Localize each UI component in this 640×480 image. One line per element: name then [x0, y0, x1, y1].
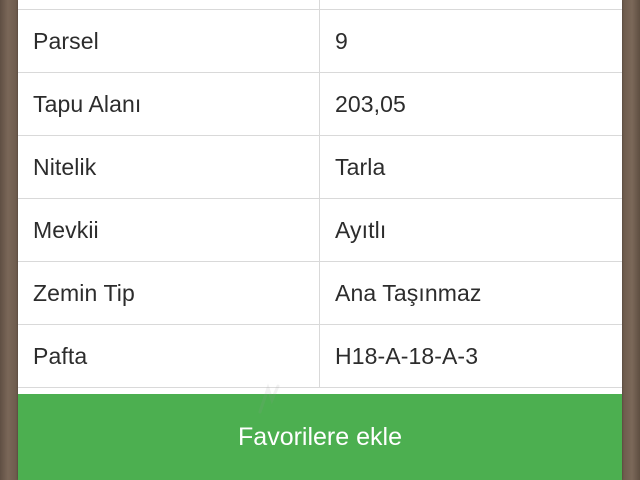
table-row-tapu-alani: Tapu Alanı 203,05 — [18, 73, 622, 136]
row-value — [320, 0, 622, 9]
table-row-nitelik: Nitelik Tarla — [18, 136, 622, 199]
table-row — [18, 0, 622, 10]
row-value: 9 — [335, 27, 348, 54]
row-label: Parsel — [18, 10, 320, 72]
row-label: Pafta — [18, 325, 320, 387]
row-label — [18, 0, 320, 9]
row-value: Ayıtlı — [335, 216, 387, 243]
row-label: Tapu Alanı — [18, 73, 320, 135]
row-value: Ana Taşınmaz — [335, 279, 482, 306]
table-row-pafta: Pafta H18-A-18-A-3 — [18, 325, 622, 388]
property-details-table: Parsel 9 Tapu Alanı 203,05 Nitelik Tarla… — [18, 0, 622, 388]
property-details-card: Parsel 9 Tapu Alanı 203,05 Nitelik Tarla… — [18, 0, 622, 480]
row-label: Zemin Tip — [18, 262, 320, 324]
row-value: H18-A-18-A-3 — [335, 342, 479, 369]
row-value: 203,05 — [335, 90, 406, 117]
table-row-parsel: Parsel 9 — [18, 10, 622, 73]
add-to-favorites-button[interactable]: Favorilere ekle — [18, 394, 622, 480]
table-row-zemin-tip: Zemin Tip Ana Taşınmaz — [18, 262, 622, 325]
row-value: Tarla — [335, 153, 386, 180]
table-row-mevkii: Mevkii Ayıtlı — [18, 199, 622, 262]
row-label: Nitelik — [18, 136, 320, 198]
row-label: Mevkii — [18, 199, 320, 261]
